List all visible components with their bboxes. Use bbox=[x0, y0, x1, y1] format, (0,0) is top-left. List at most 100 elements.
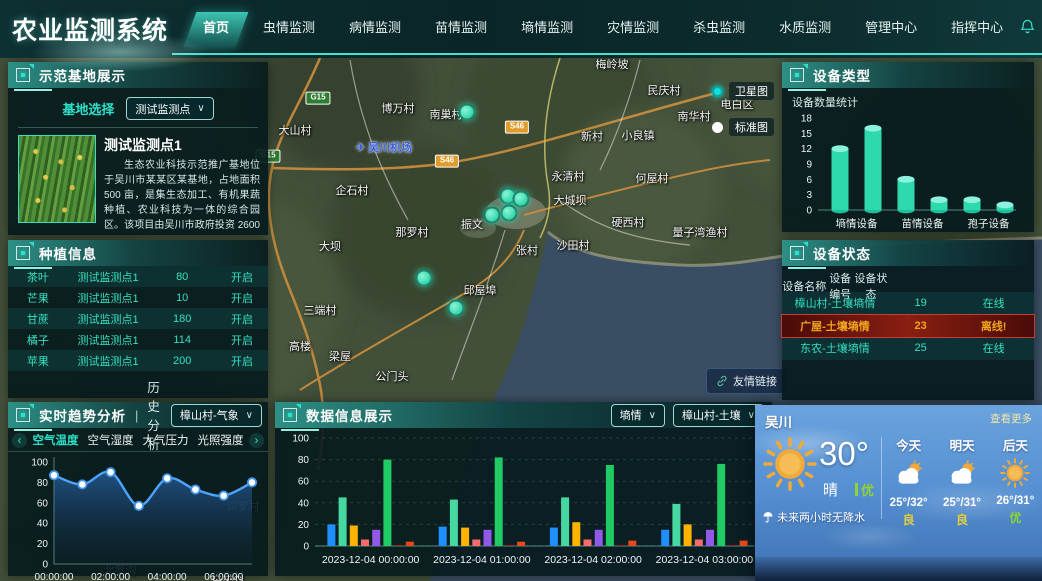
map-marker[interactable] bbox=[501, 205, 518, 222]
air-quality-badge: 优 bbox=[855, 480, 874, 499]
view-more-link[interactable]: 查看更多 bbox=[990, 411, 1032, 431]
metric-select-dropdown[interactable]: 墒情 ∨ bbox=[611, 404, 665, 427]
friend-links-label: 友情链接 bbox=[733, 373, 777, 389]
map-marker[interactable] bbox=[484, 207, 501, 224]
sensor-select-value: 樟山村-土壤 bbox=[682, 407, 741, 423]
nav-item-苗情监测[interactable]: 苗情监测 bbox=[418, 0, 504, 53]
layer-standard-label: 标准图 bbox=[729, 118, 774, 136]
dashboard: 梅岭坡民庆村南华村博万村南巢村新村小良镇大山村✈ 吴川机场永清村何屋村企石村大城… bbox=[0, 0, 1042, 581]
forecast-明天: 明天25°/31°良 bbox=[943, 435, 981, 537]
nav-item-首页[interactable]: 首页 bbox=[186, 0, 246, 53]
table-row: 橘子测试监测点1114开启 bbox=[8, 329, 268, 350]
svg-text:2023-12-04 01:00:00: 2023-12-04 01:00:00 bbox=[433, 554, 531, 566]
device-type-panel: 设备类型 设备数量统计 0369121518墒情设备苗情设备孢子设备 bbox=[782, 62, 1034, 232]
chevron-down-icon: ∨ bbox=[748, 410, 755, 421]
svg-text:18: 18 bbox=[801, 114, 813, 125]
svg-text:墒情设备: 墒情设备 bbox=[836, 217, 878, 230]
svg-text:0: 0 bbox=[806, 206, 812, 217]
tab-空气温度[interactable]: 空气温度 bbox=[29, 432, 82, 448]
base-select-value: 测试监测点 bbox=[135, 101, 190, 117]
device-count-bar-chart: 0369121518墒情设备苗情设备孢子设备 bbox=[790, 110, 1026, 240]
metric-select-value: 墒情 bbox=[620, 407, 642, 423]
panel-title: 种植信息 bbox=[39, 243, 97, 263]
svg-text:00:00:00: 00:00:00 bbox=[35, 572, 74, 581]
device-status-row: 东农-土壤墒情25在线 bbox=[782, 337, 1034, 360]
panel-corner-icon bbox=[790, 68, 804, 82]
svg-text:40: 40 bbox=[298, 498, 310, 509]
tabs-prev-arrow[interactable]: ‹ bbox=[12, 433, 27, 448]
svg-text:20: 20 bbox=[298, 520, 310, 531]
link-icon bbox=[716, 375, 728, 387]
top-navbar: 农业监测系统 首页虫情监测病情监测苗情监测墒情监测灾情监测杀虫监测水质监测管理中… bbox=[0, 0, 1042, 58]
tab-光照强度[interactable]: 光照强度 bbox=[194, 432, 247, 448]
radio-unselected-icon bbox=[712, 122, 723, 133]
table-row: 甘蔗测试监测点1180开启 bbox=[8, 308, 268, 329]
svg-text:06:00:00: 06:00:00 bbox=[204, 572, 243, 581]
app-title: 农业监测系统 bbox=[0, 0, 172, 58]
svg-text:12: 12 bbox=[801, 144, 813, 155]
svg-text:15: 15 bbox=[801, 129, 813, 140]
metric-tabs: ‹空气温度空气湿度大气压力光照强度› bbox=[8, 428, 268, 452]
sensor-select-dropdown[interactable]: 樟山村-土壤 ∨ bbox=[673, 404, 764, 427]
table-header-row: 设备名称设备编号设备状态 bbox=[782, 270, 888, 294]
divider: | bbox=[135, 408, 138, 423]
chevron-down-icon: ∨ bbox=[246, 410, 253, 421]
layer-satellite-option[interactable]: 卫星图 bbox=[712, 82, 774, 100]
data-bar-chart: 0204060801002023-12-04 00:00:002023-12-0… bbox=[279, 430, 768, 576]
layer-satellite-label: 卫星图 bbox=[729, 82, 774, 100]
map-marker[interactable] bbox=[459, 104, 476, 121]
umbrella-icon bbox=[763, 511, 773, 523]
site-title: 测试监测点1 bbox=[104, 135, 260, 155]
nav-item-水质监测[interactable]: 水质监测 bbox=[762, 0, 848, 53]
svg-text:20: 20 bbox=[37, 539, 49, 550]
history-analysis-tab[interactable]: 历史分析 bbox=[147, 377, 162, 453]
current-condition: 晴 bbox=[823, 479, 838, 500]
svg-text:02:00:00: 02:00:00 bbox=[91, 572, 130, 581]
bell-icon[interactable] bbox=[1020, 19, 1035, 34]
nav-item-虫情监测[interactable]: 虫情监测 bbox=[246, 0, 332, 53]
svg-text:9: 9 bbox=[806, 160, 812, 171]
radio-selected-icon bbox=[712, 86, 723, 97]
nav-item-灾情监测[interactable]: 灾情监测 bbox=[590, 0, 676, 53]
svg-text:80: 80 bbox=[37, 478, 49, 489]
map-marker[interactable] bbox=[513, 191, 530, 208]
base-select-label: 基地选择 bbox=[62, 99, 114, 118]
planting-info-panel: 种植信息 茶叶测试监测点180开启芒果测试监测点110开启甘蔗测试监测点1180… bbox=[8, 240, 268, 398]
svg-text:6: 6 bbox=[806, 175, 812, 186]
tab-空气湿度[interactable]: 空气湿度 bbox=[84, 432, 137, 448]
panel-title: 设备类型 bbox=[813, 65, 871, 85]
svg-text:2023-12-04 00:00:00: 2023-12-04 00:00:00 bbox=[322, 554, 420, 566]
nav-item-病情监测[interactable]: 病情监测 bbox=[332, 0, 418, 53]
nav-item-指挥中心[interactable]: 指挥中心 bbox=[934, 0, 1020, 53]
site-photo bbox=[18, 135, 96, 223]
nav-item-杀虫监测[interactable]: 杀虫监测 bbox=[676, 0, 762, 53]
nav-item-管理中心[interactable]: 管理中心 bbox=[848, 0, 934, 53]
partly-cloudy-icon bbox=[943, 458, 981, 495]
trend-line-chart: 02040608010000:00:0002:00:0004:00:0006:0… bbox=[16, 452, 260, 581]
station-select-value: 樟山村-气象 bbox=[180, 407, 239, 423]
svg-text:苗情设备: 苗情设备 bbox=[902, 217, 944, 230]
map-layer-control: 卫星图 标准图 bbox=[712, 82, 774, 154]
panel-corner-icon bbox=[16, 246, 30, 260]
map-marker[interactable] bbox=[448, 300, 465, 317]
demo-base-panel: 示范基地展示 基地选择 测试监测点 ∨ 测试监测点1 生态农业科技示范推广基地位… bbox=[8, 62, 268, 235]
tabs-next-arrow[interactable]: › bbox=[249, 433, 264, 448]
weather-footer bbox=[755, 557, 1042, 581]
friend-links-button[interactable]: 友情链接 bbox=[706, 368, 787, 394]
svg-text:2023-12-04 02:00:00: 2023-12-04 02:00:00 bbox=[544, 554, 642, 566]
map-marker[interactable] bbox=[416, 270, 433, 287]
nav-item-墒情监测[interactable]: 墒情监测 bbox=[504, 0, 590, 53]
table-row: 茶叶测试监测点180开启 bbox=[8, 266, 268, 287]
current-temp: 30° bbox=[819, 435, 869, 473]
table-body: 樟山村-土壤墒情19在线广屋-气象站22在线广屋-土壤墒情23离线!东农-气象站… bbox=[782, 292, 1034, 360]
svg-text:100: 100 bbox=[31, 458, 48, 469]
station-select-dropdown[interactable]: 樟山村-气象 ∨ bbox=[171, 404, 262, 427]
layer-standard-option[interactable]: 标准图 bbox=[712, 118, 774, 136]
sun-icon bbox=[996, 458, 1034, 493]
trend-analysis-panel: 实时趋势分析 | 历史分析 樟山村-气象 ∨ ‹空气温度空气湿度大气压力光照强度… bbox=[8, 402, 268, 576]
svg-text:孢子设备: 孢子设备 bbox=[968, 217, 1010, 230]
nav-menu: 首页虫情监测病情监测苗情监测墒情监测灾情监测杀虫监测水质监测管理中心指挥中心 bbox=[186, 0, 1020, 53]
panel-corner-icon bbox=[790, 246, 804, 260]
base-select-dropdown[interactable]: 测试监测点 ∨ bbox=[126, 97, 213, 120]
panel-title: 数据信息展示 bbox=[306, 405, 393, 425]
